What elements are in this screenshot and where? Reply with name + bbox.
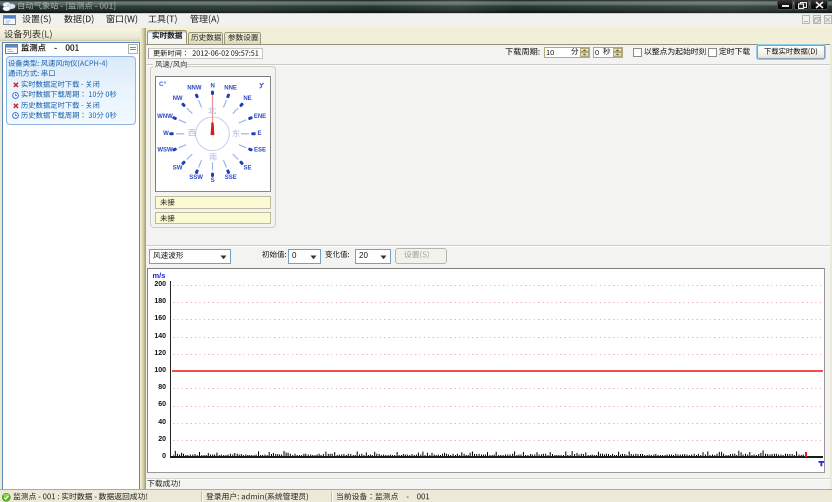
svg-text:WSW: WSW xyxy=(157,148,173,154)
svg-text:NNW: NNW xyxy=(187,85,202,91)
svg-text:E: E xyxy=(257,131,261,137)
svg-text:NNE: NNE xyxy=(224,85,237,91)
svg-text:SE: SE xyxy=(243,166,251,172)
svg-text:SSW: SSW xyxy=(189,175,203,181)
svg-text:SSE: SSE xyxy=(225,175,237,181)
svg-text:NW: NW xyxy=(173,96,183,102)
svg-text:ENE: ENE xyxy=(254,114,266,120)
svg-text:S: S xyxy=(211,178,215,184)
svg-text:WNW: WNW xyxy=(157,114,173,120)
svg-text:N: N xyxy=(211,83,215,89)
svg-text:SW: SW xyxy=(173,166,183,172)
svg-text:C°: C° xyxy=(159,80,167,88)
svg-text:ESE: ESE xyxy=(254,148,266,154)
svg-text:NE: NE xyxy=(243,96,251,102)
svg-text:W: W xyxy=(163,131,169,137)
